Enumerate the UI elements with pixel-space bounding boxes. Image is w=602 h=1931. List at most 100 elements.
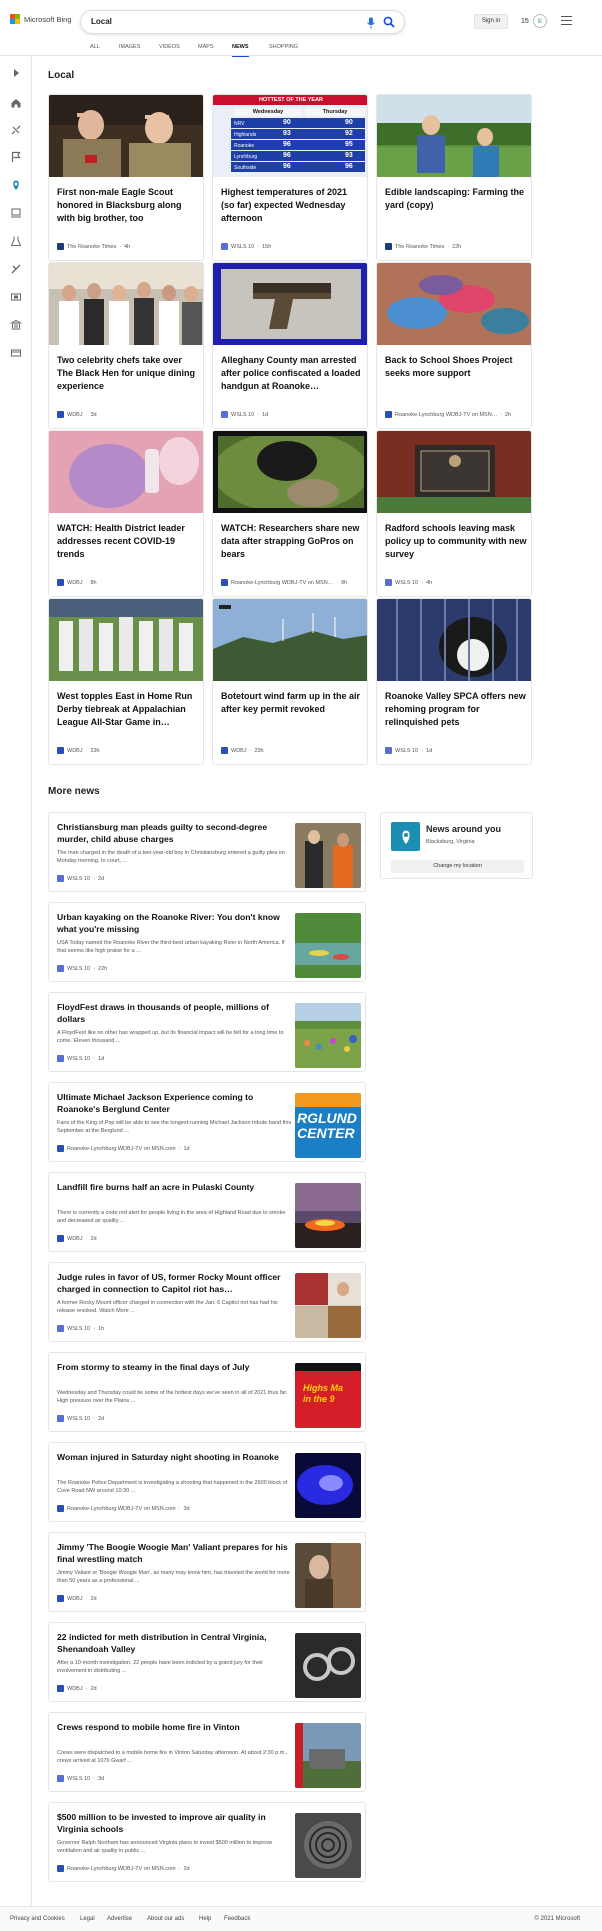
source-logo-icon [221,411,228,418]
news-source: Roanoke-Lynchburg WDBJ-TV on MSN.com · 3d [57,1505,190,1512]
local-section-title: Local [48,70,75,81]
news-thumbnail-berglund-center: RGLUND CENTER [295,1093,361,1158]
local-card[interactable]: Alleghany County man arrested after poli… [212,262,368,429]
local-card[interactable]: Radford schools leaving mask policy up t… [376,430,532,597]
location-pin-icon[interactable] [10,178,22,190]
technology-icon[interactable] [10,206,22,218]
local-card[interactable]: Edible landscaping: Farming the yard (co… [376,94,532,261]
search-icon[interactable] [383,16,395,28]
news-title[interactable]: Ultimate Michael Jackson Experience comi… [57,1091,293,1115]
news-title[interactable]: Woman injured in Saturday night shooting… [57,1451,293,1463]
news-title[interactable]: 22 indicted for meth distribution in Cen… [57,1631,293,1655]
scope-maps[interactable]: MAPS [198,41,214,59]
card-source: The Roanoke Times · 4h [57,243,130,250]
card-title[interactable]: Edible landscaping: Farming the yard (co… [385,186,527,212]
news-list-item[interactable]: Judge rules in favor of US, former Rocky… [48,1262,366,1342]
news-list-item[interactable]: Urban kayaking on the Roanoke River: You… [48,902,366,982]
footer-link-about-ads[interactable]: About our ads [147,1916,184,1922]
local-card[interactable]: Roanoke Valley SPCA offers new rehoming … [376,598,532,765]
sports-icon[interactable] [10,262,22,274]
news-title[interactable]: Landfill fire burns half an acre in Pula… [57,1181,293,1193]
news-snippet: Jimmy Valiant or 'Boogie Woogie Man', as… [57,1570,290,1584]
microphone-icon[interactable] [366,17,376,29]
card-title[interactable]: West topples East in Home Run Derby tieb… [57,690,199,729]
local-card[interactable]: First non-male Eagle Scout honored in Bl… [48,94,204,261]
card-title[interactable]: WATCH: Health District leader addresses … [57,522,199,561]
local-card[interactable]: WATCH: Researchers share new data after … [212,430,368,597]
local-card[interactable]: West topples East in Home Run Derby tieb… [48,598,204,765]
news-title[interactable]: From stormy to steamy in the final days … [57,1361,293,1373]
news-list-item[interactable]: $500 million to be invested to improve a… [48,1802,366,1882]
news-title[interactable]: Crews respond to mobile home fire in Vin… [57,1721,293,1733]
news-title[interactable]: Christiansburg man pleads guilty to seco… [57,821,293,845]
news-snippet: Crews were dispatched to a mobile home f… [57,1750,288,1764]
science-icon[interactable] [10,234,22,246]
news-list-item[interactable]: Jimmy 'The Boogie Woogie Man' Valiant pr… [48,1532,366,1612]
change-location-button[interactable]: Change my location [391,860,524,873]
news-list-item[interactable]: From stormy to steamy in the final days … [48,1352,366,1432]
footer-link-legal[interactable]: Legal [80,1916,95,1922]
footer-link-advertise[interactable]: Advertise [107,1916,132,1922]
card-title[interactable]: Botetourt wind farm up in the air after … [221,690,363,716]
news-snippet: Wednesday and Thursday could be some of … [57,1390,288,1404]
bing-logo[interactable]: Microsoft Bing [10,14,72,24]
rewards-button[interactable]: 15 ♕ [521,14,547,28]
news-snippet: The Roanoke Police Department is investi… [57,1480,288,1494]
source-logo-icon [57,1325,64,1332]
local-card[interactable]: WATCH: Health District leader addresses … [48,430,204,597]
entertainment-icon[interactable] [10,290,22,302]
footer-link-privacy[interactable]: Privacy and Cookies [10,1916,65,1922]
politics-icon[interactable] [9,318,23,330]
local-card[interactable]: Back to School Shoes Project seeks more … [376,262,532,429]
local-card[interactable]: Two celebrity chefs take over The Black … [48,262,204,429]
card-title[interactable]: First non-male Eagle Scout honored in Bl… [57,186,199,225]
card-image-radford-schools-sign [377,431,531,513]
card-title[interactable]: WATCH: Researchers share new data after … [221,522,363,561]
money-icon[interactable] [10,346,22,358]
card-image-edible-landscaping [377,95,531,177]
card-title[interactable]: Two celebrity chefs take over The Black … [57,354,199,393]
local-card[interactable]: Botetourt wind farm up in the air after … [212,598,368,765]
flag-icon[interactable] [10,150,22,162]
card-title[interactable]: Roanoke Valley SPCA offers new rehoming … [385,690,527,729]
news-list-item[interactable]: 22 indicted for meth distribution in Cen… [48,1622,366,1702]
card-image-cat-in-cage [377,599,531,681]
copyright: © 2021 Microsoft [534,1916,580,1922]
scope-videos[interactable]: VIDEOS [159,41,180,59]
card-image-covid-test [49,431,203,513]
card-title[interactable]: Highest temperatures of 2021 (so far) ex… [221,186,363,225]
scope-images[interactable]: IMAGES [119,41,140,59]
sign-in-button[interactable]: Sign in [474,14,508,29]
expand-rail-icon[interactable] [10,66,22,78]
card-title[interactable]: Alleghany County man arrested after poli… [221,354,363,393]
hamburger-menu-icon[interactable] [561,16,572,25]
news-title[interactable]: FloydFest draws in thousands of people, … [57,1001,293,1025]
scope-all[interactable]: ALL [90,41,100,59]
card-title[interactable]: Radford schools leaving mask policy up t… [385,522,527,561]
news-title[interactable]: Judge rules in favor of US, former Rocky… [57,1271,293,1295]
news-title[interactable]: $500 million to be invested to improve a… [57,1811,293,1835]
card-source: Roanoke-Lynchburg WDBJ-TV on MSN… · 9h [221,579,347,586]
card-image-baseball-team [49,599,203,681]
search-input[interactable]: Local [91,17,112,26]
news-title[interactable]: Urban kayaking on the Roanoke River: You… [57,911,293,935]
news-thumbnail-air-vent [295,1813,361,1878]
scope-shopping[interactable]: SHOPPING [269,41,298,59]
source-logo-icon [57,1145,64,1152]
explore-icon[interactable] [10,123,22,135]
footer-link-feedback[interactable]: Feedback [224,1916,250,1922]
source-logo-icon [221,243,228,250]
scope-news[interactable]: NEWS [232,41,249,59]
news-list-item[interactable]: Crews respond to mobile home fire in Vin… [48,1712,366,1792]
news-list-item[interactable]: Ultimate Michael Jackson Experience comi… [48,1082,366,1162]
search-box[interactable]: Local [80,10,405,34]
footer-link-help[interactable]: Help [199,1916,211,1922]
card-title[interactable]: Back to School Shoes Project seeks more … [385,354,527,380]
news-list-item[interactable]: Landfill fire burns half an acre in Pula… [48,1172,366,1252]
local-card[interactable]: HOTTEST OF THE YEAR Wednesday Thursday N… [212,94,368,261]
home-icon[interactable] [10,96,22,108]
news-list-item[interactable]: FloydFest draws in thousands of people, … [48,992,366,1072]
news-list-item[interactable]: Christiansburg man pleads guilty to seco… [48,812,366,892]
news-title[interactable]: Jimmy 'The Boogie Woogie Man' Valiant pr… [57,1541,293,1565]
news-list-item[interactable]: Woman injured in Saturday night shooting… [48,1442,366,1522]
